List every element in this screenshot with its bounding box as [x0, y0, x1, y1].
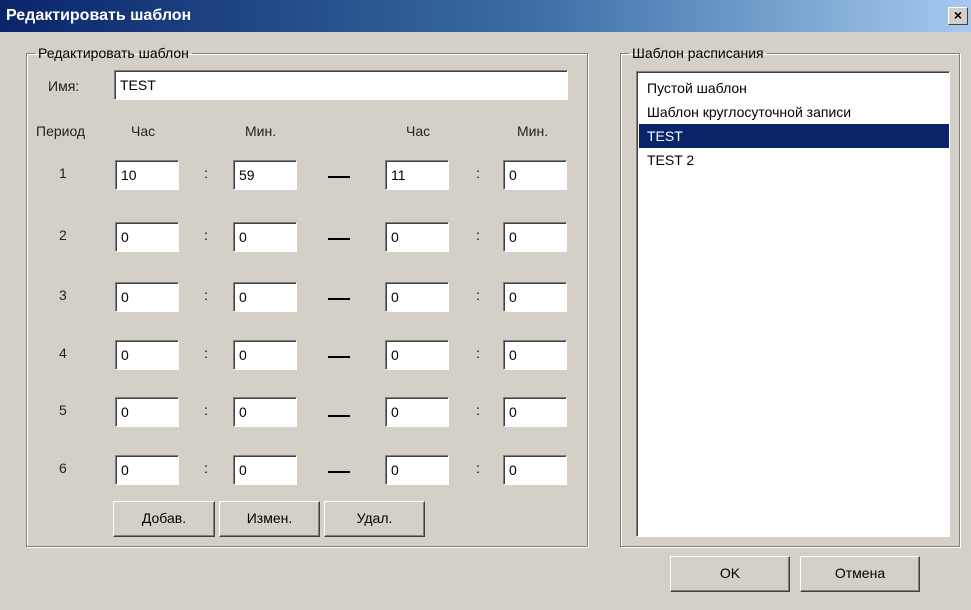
colon-separator: :: [476, 287, 480, 303]
list-item[interactable]: TEST 2: [639, 148, 949, 172]
period-number: 5: [59, 402, 67, 418]
colon-separator: :: [204, 402, 208, 418]
start-hour-input[interactable]: 0: [115, 455, 179, 485]
close-button[interactable]: ×: [948, 7, 968, 25]
end-hour-input[interactable]: 0: [385, 397, 449, 427]
start-min-input[interactable]: 0: [233, 397, 297, 427]
header-period: Период: [36, 123, 86, 139]
period-number: 1: [59, 165, 67, 181]
name-label: Имя:: [48, 78, 80, 94]
start-min-input[interactable]: 59: [233, 160, 297, 190]
list-item-selected[interactable]: TEST: [639, 124, 949, 148]
cancel-button[interactable]: Отмена: [800, 556, 920, 592]
range-dash: [328, 298, 350, 300]
colon-separator: :: [476, 345, 480, 361]
header-end-hour: Час: [406, 123, 431, 139]
template-listbox[interactable]: Пустой шаблон Шаблон круглосуточной запи…: [636, 71, 950, 537]
list-group-legend: Шаблон расписания: [632, 45, 764, 61]
start-hour-input[interactable]: 10: [115, 160, 179, 190]
delete-button[interactable]: Удал.: [324, 501, 425, 537]
colon-separator: :: [476, 227, 480, 243]
ok-button[interactable]: OK: [670, 556, 790, 592]
period-number: 4: [59, 345, 67, 361]
period-number: 6: [59, 460, 67, 476]
end-min-input[interactable]: 0: [503, 160, 567, 190]
end-hour-input[interactable]: 0: [385, 340, 449, 370]
start-min-input[interactable]: 0: [233, 222, 297, 252]
range-dash: [328, 415, 350, 417]
list-item[interactable]: Пустой шаблон: [639, 76, 949, 100]
colon-separator: :: [204, 345, 208, 361]
colon-separator: :: [204, 287, 208, 303]
end-hour-input[interactable]: 0: [385, 455, 449, 485]
colon-separator: :: [476, 165, 480, 181]
end-min-input[interactable]: 0: [503, 397, 567, 427]
colon-separator: :: [476, 402, 480, 418]
start-hour-input[interactable]: 0: [115, 222, 179, 252]
header-start-min: Мин.: [245, 123, 277, 139]
end-min-input[interactable]: 0: [503, 222, 567, 252]
name-input[interactable]: TEST: [114, 70, 568, 100]
list-item[interactable]: Шаблон круглосуточной записи: [639, 100, 949, 124]
start-min-input[interactable]: 0: [233, 340, 297, 370]
end-hour-input[interactable]: 0: [385, 282, 449, 312]
colon-separator: :: [204, 227, 208, 243]
add-button[interactable]: Добав.: [113, 501, 215, 537]
end-hour-input[interactable]: 11: [385, 160, 449, 190]
start-min-input[interactable]: 0: [233, 455, 297, 485]
range-dash: [328, 356, 350, 358]
range-dash: [328, 176, 350, 178]
end-hour-input[interactable]: 0: [385, 222, 449, 252]
start-min-input[interactable]: 0: [233, 282, 297, 312]
period-number: 2: [59, 227, 67, 243]
start-hour-input[interactable]: 0: [115, 340, 179, 370]
header-start-hour: Час: [131, 123, 156, 139]
end-min-input[interactable]: 0: [503, 455, 567, 485]
edit-button[interactable]: Измен.: [219, 501, 320, 537]
end-min-input[interactable]: 0: [503, 282, 567, 312]
header-end-min: Мин.: [517, 123, 549, 139]
range-dash: [328, 471, 350, 473]
range-dash: [328, 238, 350, 240]
colon-separator: :: [204, 460, 208, 476]
start-hour-input[interactable]: 0: [115, 282, 179, 312]
close-icon: ×: [953, 7, 963, 23]
period-number: 3: [59, 287, 67, 303]
window-title: Редактировать шаблон: [6, 7, 192, 24]
edit-group-legend: Редактировать шаблон: [38, 45, 189, 61]
colon-separator: :: [476, 460, 480, 476]
start-hour-input[interactable]: 0: [115, 397, 179, 427]
end-min-input[interactable]: 0: [503, 340, 567, 370]
title-bar[interactable]: Редактировать шаблон ×: [0, 0, 971, 32]
colon-separator: :: [204, 165, 208, 181]
